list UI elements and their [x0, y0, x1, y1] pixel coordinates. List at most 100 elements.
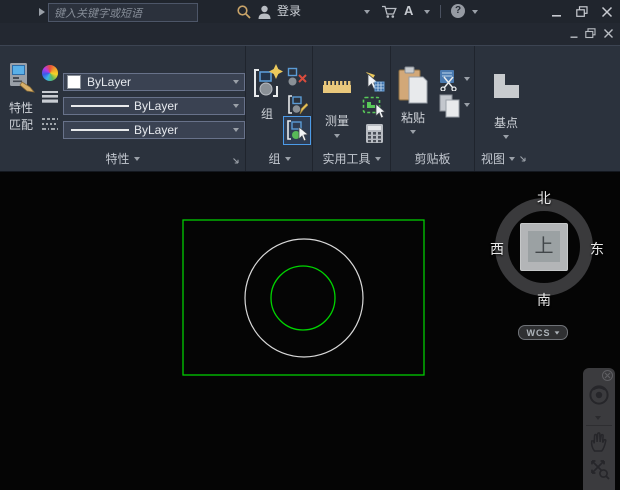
base-point-button[interactable]: 基点	[483, 72, 529, 139]
cut-icon[interactable]	[436, 69, 459, 91]
wcs-menu-button[interactable]: WCS	[518, 325, 568, 340]
paste-caret-icon	[410, 130, 416, 134]
properties-panel-title[interactable]: 特性	[0, 150, 245, 167]
search-box[interactable]	[48, 3, 198, 23]
drawn-outer-circle[interactable]	[244, 238, 364, 358]
match-properties-button[interactable]: 特性 匹配	[3, 62, 39, 133]
clipboard-panel-title[interactable]: 剪贴板	[391, 150, 474, 167]
search-input[interactable]	[49, 5, 197, 23]
view-panel-caret-icon	[509, 156, 516, 161]
navbar-divider	[586, 425, 612, 426]
document-window-bar	[0, 23, 620, 46]
clipboard-panel-title-label: 剪贴板	[414, 152, 451, 166]
match-properties-label-2: 匹配	[8, 118, 33, 132]
properties-panel-title-label: 特性	[105, 152, 130, 166]
color-wheel-icon[interactable]	[42, 65, 58, 81]
color-swatch	[67, 75, 81, 89]
view-panel-title-label: 视图	[481, 152, 506, 166]
help-icon[interactable]: ?	[451, 4, 465, 18]
linetype-icon[interactable]	[41, 116, 59, 134]
cut-caret-icon[interactable]	[464, 77, 470, 81]
linetype-dropdown[interactable]: ByLayer	[63, 121, 245, 139]
panel-properties: 特性 匹配 ByLayer ByLayer ByLayer 特性	[0, 46, 246, 171]
group-button[interactable]: 组	[250, 64, 284, 122]
search-icon[interactable]	[236, 4, 252, 20]
group-edit-icon[interactable]	[287, 94, 308, 116]
lineweight-value: ByLayer	[134, 99, 179, 113]
view-panel-title[interactable]: 视图	[475, 150, 547, 167]
navbar-close-button[interactable]	[602, 370, 613, 381]
login-button[interactable]: 登录	[277, 0, 301, 23]
linetype-value: ByLayer	[134, 123, 179, 137]
lineweight-dropdown[interactable]: ByLayer	[63, 97, 245, 115]
ribbon: 特性 匹配 ByLayer ByLayer ByLayer 特性 组 组 测量 …	[0, 46, 620, 172]
group-panel-title[interactable]: 组	[247, 150, 312, 167]
group-panel-caret-icon	[284, 156, 291, 161]
steering-wheel-icon[interactable]	[588, 384, 610, 408]
group-button-label: 组	[260, 107, 273, 121]
doc-close-button[interactable]	[603, 28, 614, 39]
navbar-close-icon	[604, 372, 611, 379]
user-icon[interactable]	[257, 4, 272, 20]
utilities-panel-caret-icon	[374, 156, 381, 161]
viewcube-north-label[interactable]: 北	[534, 188, 554, 208]
match-properties-label-1: 特性	[8, 101, 33, 115]
copy-caret-icon[interactable]	[464, 103, 470, 107]
group-icon	[254, 64, 283, 97]
quick-select-icon[interactable]	[362, 71, 385, 92]
panel-view: 基点 视图	[475, 46, 547, 171]
titlebar-separator	[440, 5, 441, 18]
minimize-button[interactable]	[551, 7, 562, 18]
ungroup-icon[interactable]	[287, 67, 308, 87]
pan-hand-icon[interactable]	[588, 430, 609, 453]
login-dropdown-caret-icon[interactable]	[364, 10, 370, 14]
autodesk-logo[interactable]: A	[404, 3, 413, 18]
object-color-dropdown[interactable]: ByLayer	[63, 73, 245, 91]
titlebar: 登录 A ?	[0, 0, 620, 23]
linetype-dropdown-caret-icon	[233, 128, 239, 132]
panel-clipboard: 粘贴 剪贴板	[391, 46, 475, 171]
viewcube-west-label[interactable]: 西	[487, 239, 507, 259]
panel-group: 组 组	[247, 46, 313, 171]
lineweight-dropdown-caret-icon	[233, 104, 239, 108]
lineweight-icon[interactable]	[41, 90, 59, 106]
linetype-sample	[71, 129, 129, 131]
apps-dropdown-caret-icon[interactable]	[424, 10, 430, 14]
zoom-extents-icon[interactable]	[588, 457, 610, 481]
match-properties-icon	[10, 63, 35, 93]
viewcube-south-label[interactable]: 南	[534, 290, 554, 310]
ruler-icon	[323, 81, 351, 93]
autocad-window: 登录 A ?	[0, 0, 620, 490]
drawn-rectangle[interactable]	[182, 219, 425, 376]
base-point-caret-icon	[503, 135, 509, 139]
viewcube-east-label[interactable]: 东	[587, 239, 607, 259]
group-panel-title-label: 组	[268, 152, 281, 166]
view-dialog-launcher-icon[interactable]	[519, 155, 527, 163]
search-history-toggle-icon[interactable]	[39, 8, 45, 16]
properties-panel-caret-icon	[133, 156, 140, 161]
restore-button[interactable]	[576, 6, 588, 18]
wcs-caret-icon	[554, 330, 559, 335]
select-similar-icon[interactable]	[362, 96, 386, 118]
viewcube-top-face[interactable]: 上	[528, 231, 560, 262]
steering-wheel-caret-icon[interactable]	[595, 416, 601, 420]
utilities-panel-title[interactable]: 实用工具	[313, 150, 390, 167]
doc-restore-button[interactable]	[585, 28, 596, 39]
paste-button[interactable]: 粘贴	[393, 66, 433, 134]
measure-button[interactable]: 测量	[315, 80, 359, 138]
close-button[interactable]	[601, 6, 613, 18]
help-dropdown-caret-icon[interactable]	[472, 10, 478, 14]
group-selection-toggle[interactable]	[283, 116, 311, 145]
copy-icon[interactable]	[438, 94, 461, 118]
lineweight-sample	[71, 105, 129, 107]
measure-caret-icon	[334, 134, 340, 138]
quick-calc-icon[interactable]	[365, 123, 384, 144]
doc-minimize-button[interactable]	[570, 30, 579, 39]
properties-dialog-launcher-icon[interactable]	[232, 157, 240, 165]
drawing-area[interactable]: 北 西 东 南 上 WCS	[0, 172, 620, 490]
base-point-icon	[494, 74, 519, 98]
viewcube-cube[interactable]: 上	[520, 223, 568, 271]
app-store-cart-icon[interactable]	[381, 4, 397, 19]
drawn-inner-circle[interactable]	[270, 265, 336, 331]
measure-button-label: 测量	[324, 114, 349, 128]
